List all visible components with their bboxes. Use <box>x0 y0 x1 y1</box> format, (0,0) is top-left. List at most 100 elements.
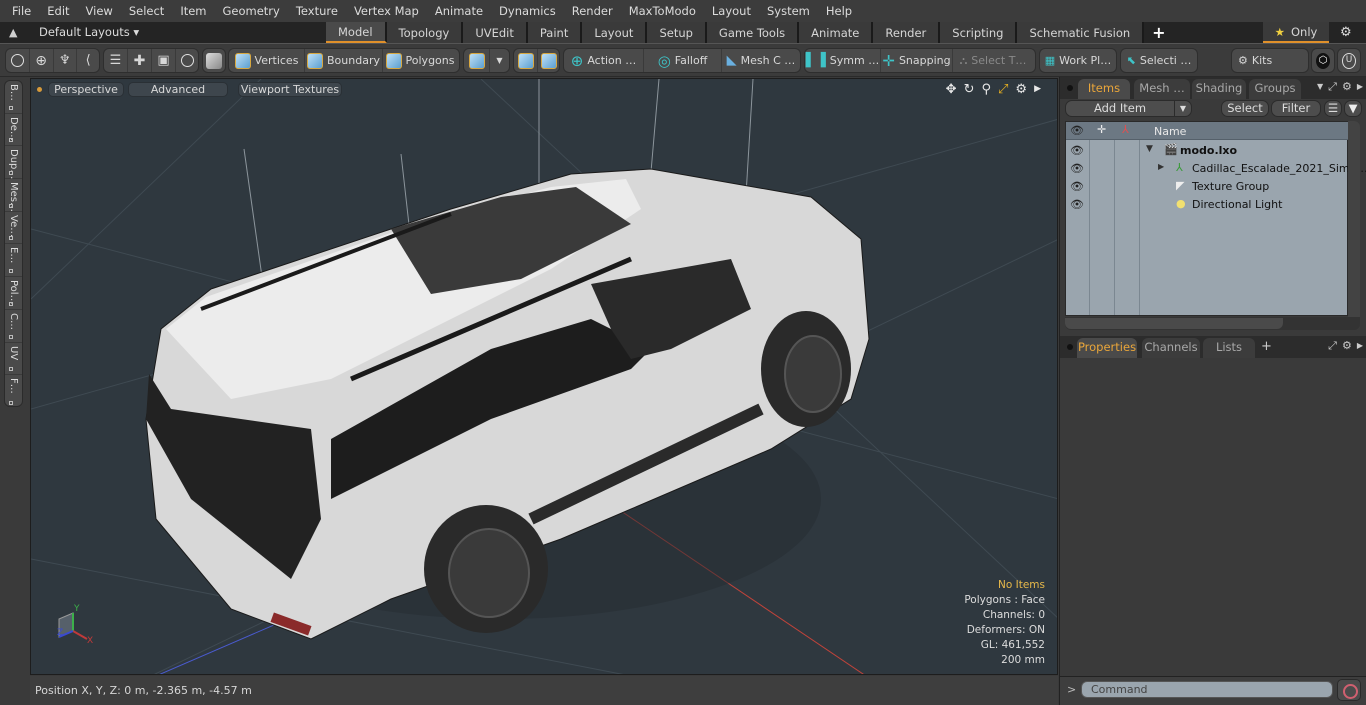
item-list-horizontal-scrollbar[interactable] <box>1065 317 1360 330</box>
pin-header-icon[interactable]: ✛ <box>1097 123 1106 136</box>
tab-setup[interactable]: Setup <box>647 22 707 43</box>
move-view-icon[interactable]: ✥ <box>946 82 957 97</box>
tab-paint[interactable]: Paint <box>527 22 583 43</box>
tab-topology[interactable]: Topology <box>386 22 464 43</box>
tab-schematic-fusion[interactable]: Schematic Fusion <box>1017 22 1145 43</box>
align-button[interactable]: ☰ <box>104 49 128 72</box>
rotate-view-icon[interactable]: ↻ <box>964 82 975 97</box>
item-row-texture-group[interactable]: 👁 ◤ Texture Group <box>1066 177 1349 195</box>
record-macro-button[interactable] <box>1337 679 1361 701</box>
palette-tab-uv[interactable]: UV <box>5 343 22 376</box>
menu-item[interactable]: Item <box>172 4 214 18</box>
tab-lists[interactable]: Lists <box>1203 338 1255 358</box>
tab-animate[interactable]: Animate <box>799 22 874 43</box>
palette-tab-deform[interactable]: De… <box>5 114 22 147</box>
tab-scripting[interactable]: Scripting <box>940 22 1018 43</box>
palette-tab-edge[interactable]: E… <box>5 244 22 278</box>
local-axis-button[interactable] <box>538 49 559 72</box>
menu-help[interactable]: Help <box>818 4 860 18</box>
item-row-directional-light[interactable]: 👁 ● Directional Light <box>1066 195 1349 213</box>
palette-tab-vertex[interactable]: Ve… <box>5 212 22 245</box>
car-model[interactable] <box>145 139 870 640</box>
viewport-textures-button[interactable]: Viewport Textures <box>238 82 342 97</box>
symmetry-button[interactable]: ▌▐ Symm … <box>805 49 881 72</box>
menu-layout[interactable]: Layout <box>704 4 759 18</box>
menu-render[interactable]: Render <box>564 4 621 18</box>
axes-header-icon[interactable]: ⅄ <box>1122 123 1129 136</box>
tab-groups[interactable]: Groups <box>1249 79 1301 99</box>
tabs-dropdown-icon[interactable]: ▼ <box>1317 80 1323 94</box>
palette-tab-curve[interactable]: C… <box>5 310 22 343</box>
menu-maxtomodo[interactable]: MaxToModo <box>621 4 704 18</box>
visibility-eye-icon[interactable]: 👁 <box>1070 162 1084 175</box>
tab-properties[interactable]: Properties <box>1077 338 1137 358</box>
menu-geometry[interactable]: Geometry <box>215 4 288 18</box>
funnel-filter-button[interactable]: ▼ <box>1344 100 1362 117</box>
viewport-menu-dot[interactable] <box>37 87 42 92</box>
polygons-button[interactable]: Polygons <box>383 49 457 72</box>
action-center-button[interactable]: ⊕ Action … <box>564 49 644 72</box>
palette-tab-polygon[interactable]: Pol… <box>5 277 22 310</box>
panel-gear-icon[interactable]: ⚙ <box>1342 80 1352 94</box>
menu-texture[interactable]: Texture <box>288 4 346 18</box>
panel-menu-dot[interactable] <box>1067 85 1073 91</box>
expand-triangle-icon[interactable]: ▶ <box>1158 162 1164 171</box>
mesh-constraint-button[interactable]: ◣ Mesh C … <box>722 49 800 72</box>
expand-arrow-icon[interactable]: ▶ <box>1034 82 1041 97</box>
list-options-button[interactable]: ☰ <box>1324 100 1342 117</box>
menu-select[interactable]: Select <box>121 4 172 18</box>
palette-tab-duplicate[interactable]: Dup… <box>5 146 22 180</box>
add-panel-tab-button[interactable]: + <box>1261 339 1272 354</box>
cross-button[interactable]: ✚ <box>128 49 152 72</box>
name-column-header[interactable]: Name <box>1154 125 1186 138</box>
tab-model[interactable]: Model <box>326 22 387 43</box>
menu-animate[interactable]: Animate <box>427 4 491 18</box>
gear-icon[interactable]: ⚙ <box>1340 25 1352 40</box>
visibility-eye-icon[interactable]: 👁 <box>1070 144 1084 157</box>
scene-canvas[interactable]: Y X Z <box>31 79 1058 675</box>
circle-select-button[interactable] <box>6 49 30 72</box>
mode-dropdown-button[interactable]: ▼ <box>490 49 509 72</box>
palette-tab-fusion[interactable]: F… <box>5 375 22 406</box>
add-tab-button[interactable]: + <box>1144 22 1173 44</box>
select-button[interactable]: Select <box>1221 100 1269 117</box>
select-through-button[interactable]: ⛬ Select T… <box>953 49 1033 72</box>
maximize-panel-icon[interactable]: ⤢ <box>1328 80 1337 94</box>
snapping-button[interactable]: ✛ Snapping <box>881 49 953 72</box>
tab-uvedit[interactable]: UVEdit <box>463 22 528 43</box>
palette-tab-basic[interactable]: B… <box>5 81 22 114</box>
vertices-button[interactable]: Vertices <box>229 49 305 72</box>
tab-shading[interactable]: Shading <box>1192 79 1246 99</box>
panel-arrow-icon[interactable]: ▶ <box>1357 339 1363 353</box>
world-axis-button[interactable] <box>514 49 538 72</box>
add-item-dropdown[interactable]: ▼ <box>1174 100 1192 117</box>
frame-button[interactable]: ▣ <box>152 49 176 72</box>
collapse-triangle-icon[interactable]: ▼ <box>1146 144 1153 154</box>
maximize-panel-icon[interactable]: ⤢ <box>1328 339 1337 353</box>
boundary-button[interactable]: Boundary <box>305 49 383 72</box>
viewport-gear-icon[interactable]: ⚙ <box>1015 82 1027 97</box>
eye-header-icon[interactable]: 👁 <box>1070 124 1084 137</box>
material-mode-button[interactable] <box>464 49 490 72</box>
menu-dynamics[interactable]: Dynamics <box>491 4 564 18</box>
pen-button[interactable]: ♆ <box>54 49 78 72</box>
tab-items[interactable]: Items <box>1078 79 1130 99</box>
falloff-button[interactable]: ◎ Falloff <box>644 49 722 72</box>
add-item-button[interactable]: Add Item <box>1065 100 1175 117</box>
maximize-view-icon[interactable]: ⤢ <box>998 82 1008 97</box>
menu-file[interactable]: File <box>4 4 39 18</box>
panel-arrow-icon[interactable]: ▶ <box>1357 80 1363 94</box>
tab-channels[interactable]: Channels <box>1142 338 1200 358</box>
selection-sets-button[interactable]: ⬉ Selecti … <box>1121 49 1197 72</box>
kits-button[interactable]: ⚙ Kits <box>1232 49 1308 72</box>
palette-tab-mesh[interactable]: Mes… <box>5 179 22 212</box>
tab-render[interactable]: Render <box>873 22 941 43</box>
menu-view[interactable]: View <box>78 4 121 18</box>
item-row-scene[interactable]: 👁 ▼ 🎬 modo.lxo <box>1066 141 1349 159</box>
only-button[interactable]: ★ Only <box>1263 22 1329 43</box>
lasso-button[interactable]: ⟨ <box>77 49 99 72</box>
collapse-arrow-icon[interactable]: ▲ <box>9 26 17 39</box>
unreal-button[interactable]: U <box>1338 49 1360 72</box>
dial-button[interactable] <box>176 49 198 72</box>
unity-button[interactable]: ⬡ <box>1312 49 1334 72</box>
